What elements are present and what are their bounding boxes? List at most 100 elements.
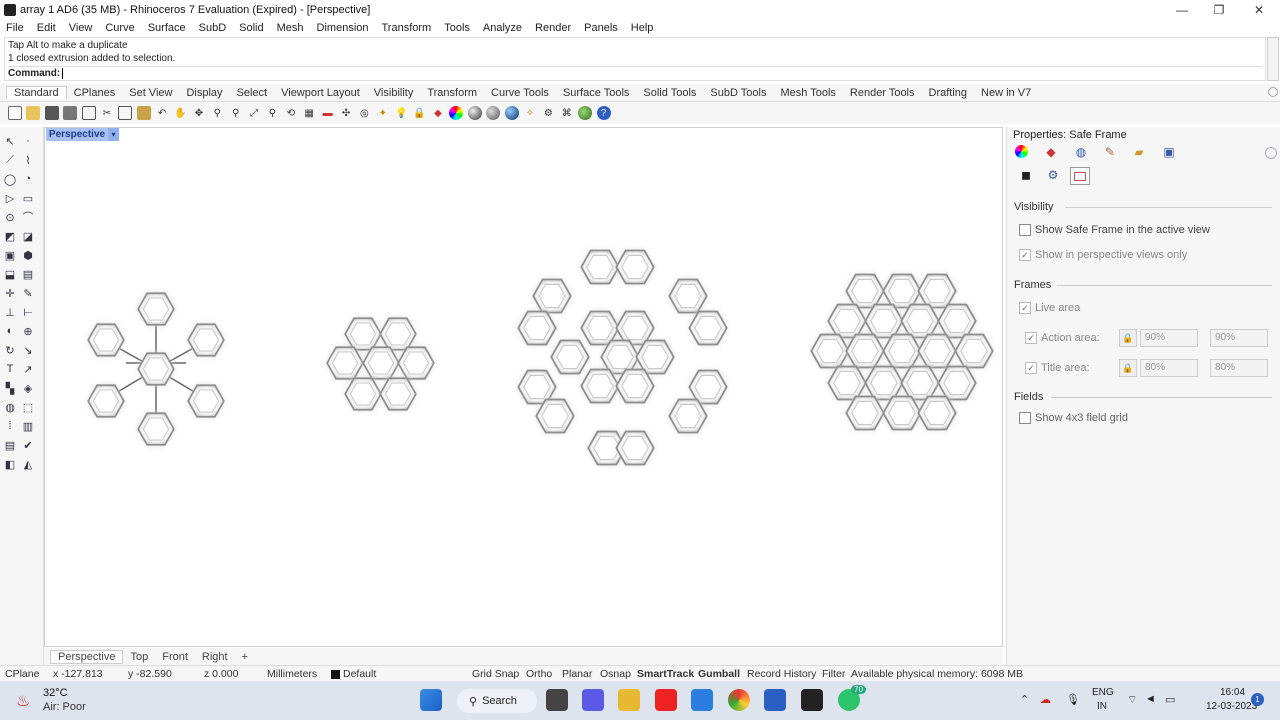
clock-date[interactable]: 12-03-2023 bbox=[1206, 701, 1257, 712]
language-in[interactable]: IN bbox=[1097, 701, 1107, 712]
curve-icon[interactable]: ⌇ bbox=[21, 153, 35, 167]
ground-plane-icon[interactable]: ⚙ bbox=[1045, 167, 1061, 183]
tab-subd-tools[interactable]: SubD Tools bbox=[703, 87, 773, 99]
text-icon[interactable]: T bbox=[3, 362, 17, 376]
filter-toggle[interactable]: Filter bbox=[822, 668, 845, 680]
import-icon[interactable] bbox=[81, 106, 96, 120]
checkmark-icon[interactable]: ✔ bbox=[21, 438, 35, 452]
options-gear-icon[interactable]: ⚙ bbox=[541, 106, 555, 120]
cplane-object-icon[interactable]: ◎ bbox=[357, 106, 371, 120]
start-windows-icon[interactable] bbox=[420, 689, 442, 711]
tab-display[interactable]: Display bbox=[179, 87, 229, 99]
tab-render-tools[interactable]: Render Tools bbox=[843, 87, 922, 99]
check-icon[interactable]: ▤ bbox=[3, 438, 17, 452]
wifi-icon[interactable]: ⌔ bbox=[1127, 693, 1137, 707]
tab-new-in-v7[interactable]: New in V7 bbox=[974, 87, 1038, 99]
render-icon[interactable]: ◍ bbox=[3, 400, 17, 414]
action-width-input[interactable]: 90% bbox=[1140, 329, 1198, 347]
view-tab-right[interactable]: Right bbox=[195, 651, 235, 663]
menu-analyze[interactable]: Analyze bbox=[483, 22, 522, 34]
menu-curve[interactable]: Curve bbox=[105, 22, 134, 34]
title-area-checkbox[interactable]: ✓ bbox=[1025, 362, 1037, 374]
minimize-button[interactable]: — bbox=[1163, 0, 1201, 20]
language-eng[interactable]: ENG bbox=[1092, 687, 1114, 698]
perspective-viewport[interactable] bbox=[44, 127, 1003, 647]
viewport-title[interactable]: Perspective bbox=[46, 128, 108, 141]
polygon-icon[interactable]: ▷ bbox=[3, 191, 17, 205]
render-sphere-icon[interactable] bbox=[504, 106, 519, 120]
status-cplane[interactable]: CPlane bbox=[5, 668, 39, 680]
move-icon[interactable]: ✛ bbox=[3, 286, 17, 300]
word-icon[interactable] bbox=[764, 689, 786, 711]
menu-file[interactable]: File bbox=[6, 22, 24, 34]
tab-select[interactable]: Select bbox=[230, 87, 275, 99]
notification-badge[interactable]: 1 bbox=[1251, 693, 1264, 706]
record-history-toggle[interactable]: Record History bbox=[747, 668, 816, 680]
environment-icon[interactable]: ▣ bbox=[1161, 144, 1177, 160]
globe-icon[interactable] bbox=[578, 106, 593, 120]
open-folder-icon[interactable] bbox=[26, 106, 41, 120]
split-icon[interactable]: ⊢ bbox=[21, 305, 35, 319]
title-width-input[interactable]: 80% bbox=[1140, 359, 1198, 377]
title-lock-icon[interactable]: 🔒 bbox=[1119, 359, 1137, 377]
box-icon[interactable]: ▣ bbox=[3, 248, 17, 262]
tab-transform[interactable]: Transform bbox=[420, 87, 484, 99]
zoom-window-icon[interactable]: ⚲ bbox=[229, 106, 243, 120]
title-height-input[interactable]: 80% bbox=[1210, 359, 1268, 377]
perspective-only-checkbox[interactable]: ✓ bbox=[1019, 249, 1031, 261]
rendering-icon[interactable]: ◍ bbox=[1073, 144, 1089, 160]
tray-chevron-icon[interactable]: ⌃ bbox=[1020, 693, 1029, 706]
pan-hand-icon[interactable]: ✋ bbox=[174, 106, 188, 120]
select-filter-icon[interactable]: ✦ bbox=[376, 106, 390, 120]
menu-subd[interactable]: SubD bbox=[199, 22, 227, 34]
new-file-icon[interactable] bbox=[8, 106, 22, 120]
planar-toggle[interactable]: Planar bbox=[562, 668, 592, 680]
toolbar-settings-icon[interactable] bbox=[1268, 87, 1278, 97]
zoom-dynamic-icon[interactable]: ⚲ bbox=[210, 106, 224, 120]
copy-icon[interactable] bbox=[118, 106, 133, 120]
four-viewports-icon[interactable]: ▦ bbox=[302, 106, 316, 120]
dim-icon[interactable]: ◧ bbox=[3, 457, 17, 471]
shaded-sphere-icon[interactable] bbox=[467, 106, 482, 120]
arc-icon[interactable]: ◔ bbox=[21, 172, 35, 186]
layer-icon[interactable]: ◆ bbox=[431, 106, 445, 120]
status-layer[interactable]: Default bbox=[343, 668, 376, 680]
save-icon[interactable] bbox=[44, 106, 59, 120]
action-lock-icon[interactable]: 🔒 bbox=[1119, 329, 1137, 347]
circle-icon[interactable]: ◯ bbox=[3, 172, 17, 186]
command-scrollbar[interactable] bbox=[1267, 37, 1279, 81]
tab-surface-tools[interactable]: Surface Tools bbox=[556, 87, 636, 99]
folder-icon[interactable]: ▰ bbox=[1131, 144, 1147, 160]
add-view-tab-button[interactable]: + bbox=[235, 651, 255, 663]
layout-icon[interactable]: ▥ bbox=[21, 419, 35, 433]
ellipse-icon[interactable]: ⊙ bbox=[3, 210, 17, 224]
weather-icon[interactable]: ♨ bbox=[16, 691, 36, 711]
block-icon[interactable]: ◈ bbox=[21, 381, 35, 395]
trim-icon[interactable]: ⊥ bbox=[3, 305, 17, 319]
extrude-icon[interactable]: ⬓ bbox=[3, 267, 17, 281]
tab-mesh-tools[interactable]: Mesh Tools bbox=[773, 87, 842, 99]
smarttrack-toggle[interactable]: SmartTrack bbox=[637, 668, 694, 680]
close-button[interactable]: ✕ bbox=[1240, 0, 1278, 20]
menu-panels[interactable]: Panels bbox=[584, 22, 618, 34]
print-icon[interactable] bbox=[63, 106, 78, 120]
task-view-icon[interactable] bbox=[546, 689, 568, 711]
cplane-origin-icon[interactable]: ✣ bbox=[339, 106, 353, 120]
safe-frame-icon[interactable] bbox=[1070, 167, 1090, 185]
surface-tools-icon[interactable]: ◪ bbox=[21, 229, 35, 243]
menu-render[interactable]: Render bbox=[535, 22, 571, 34]
menu-dimension[interactable]: Dimension bbox=[317, 22, 369, 34]
tab-cplanes[interactable]: CPlanes bbox=[67, 87, 123, 99]
ortho-toggle[interactable]: Ortho bbox=[526, 668, 552, 680]
decal-icon[interactable]: ✎ bbox=[1102, 144, 1118, 160]
status-units[interactable]: Millimeters bbox=[267, 668, 317, 680]
select-arrow-icon[interactable]: ↖ bbox=[3, 134, 17, 148]
scale-icon[interactable]: ↘ bbox=[21, 343, 35, 357]
menu-tools[interactable]: Tools bbox=[444, 22, 470, 34]
command-prompt[interactable]: Command: bbox=[8, 66, 1262, 80]
array-icon[interactable]: ⁞ bbox=[3, 419, 17, 433]
rotate-icon[interactable]: ↻ bbox=[3, 343, 17, 357]
menu-help[interactable]: Help bbox=[631, 22, 654, 34]
red-app-icon[interactable] bbox=[655, 689, 677, 711]
rendered-sphere-icon[interactable] bbox=[486, 106, 501, 120]
